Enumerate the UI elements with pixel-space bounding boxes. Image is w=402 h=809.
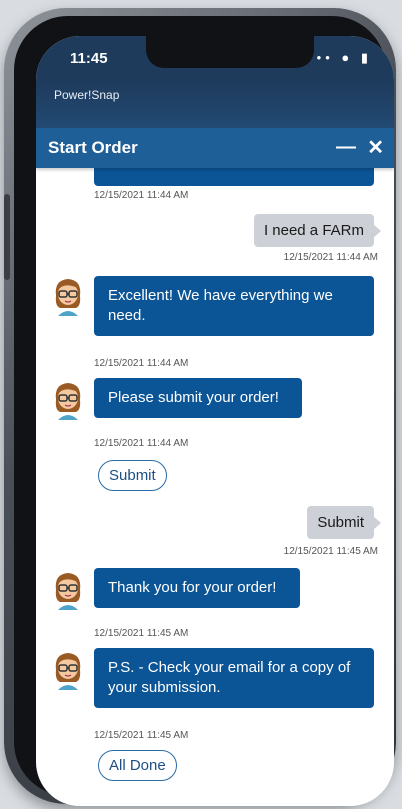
app-title: Power!Snap — [54, 88, 120, 102]
chat-area[interactable]: 12/15/2021 11:44 AM I need a FARm 12/15/… — [36, 156, 394, 796]
agent-avatar-icon — [55, 653, 81, 690]
notch — [146, 36, 314, 68]
message-timestamp: 12/15/2021 11:45 AM — [283, 546, 378, 557]
bot-message-text: P.S. - Check your email for a copy of yo… — [108, 659, 351, 696]
screen-bottom — [36, 796, 394, 806]
message-timestamp: 12/15/2021 11:44 AM — [283, 252, 378, 263]
phone-screen: 11:45 •• ● ▮ Power!Snap Start Order — ✕ … — [36, 36, 394, 806]
message-timestamp: 12/15/2021 11:44 AM — [94, 358, 189, 369]
bot-message-bubble: Please submit your order! — [94, 378, 302, 418]
submit-button[interactable]: Submit — [98, 460, 167, 491]
user-message-text: I need a FARm — [263, 222, 364, 239]
minimize-button[interactable]: — — [336, 136, 356, 159]
agent-avatar-icon — [55, 573, 81, 610]
status-time: 11:45 — [70, 50, 108, 67]
user-message-bubble: Submit — [307, 506, 381, 539]
phone-bezel: 11:45 •• ● ▮ Power!Snap Start Order — ✕ … — [14, 16, 394, 806]
bot-message-text: Excellent! We have everything we need. — [108, 287, 333, 324]
user-message-text: Submit — [317, 514, 364, 531]
side-button — [4, 194, 10, 280]
agent-avatar-icon — [55, 279, 81, 316]
bot-message-bubble: Thank you for your order! — [94, 568, 300, 608]
start-order-header: Start Order — ✕ — [36, 128, 394, 168]
message-timestamp: 12/15/2021 11:44 AM — [94, 438, 189, 449]
all-done-button[interactable]: All Done — [98, 750, 177, 781]
bot-message-bubble: P.S. - Check your email for a copy of yo… — [94, 648, 374, 708]
bot-message-text: Thank you for your order! — [108, 579, 277, 596]
phone-frame: 11:45 •• ● ▮ Power!Snap Start Order — ✕ … — [4, 8, 396, 806]
close-button[interactable]: ✕ — [367, 135, 384, 160]
message-timestamp: 12/15/2021 11:45 AM — [94, 628, 189, 639]
message-timestamp: 12/15/2021 11:45 AM — [94, 730, 189, 741]
bot-message-text: Please submit your order! — [108, 389, 279, 406]
user-message-bubble: I need a FARm — [253, 214, 382, 247]
panel-title: Start Order — [48, 138, 138, 157]
bot-message-bubble: Excellent! We have everything we need. — [94, 276, 374, 336]
message-timestamp: 12/15/2021 11:44 AM — [94, 190, 189, 201]
signal-wifi-battery-icon: •• ● ▮ — [316, 50, 372, 65]
agent-avatar-icon — [55, 383, 81, 420]
